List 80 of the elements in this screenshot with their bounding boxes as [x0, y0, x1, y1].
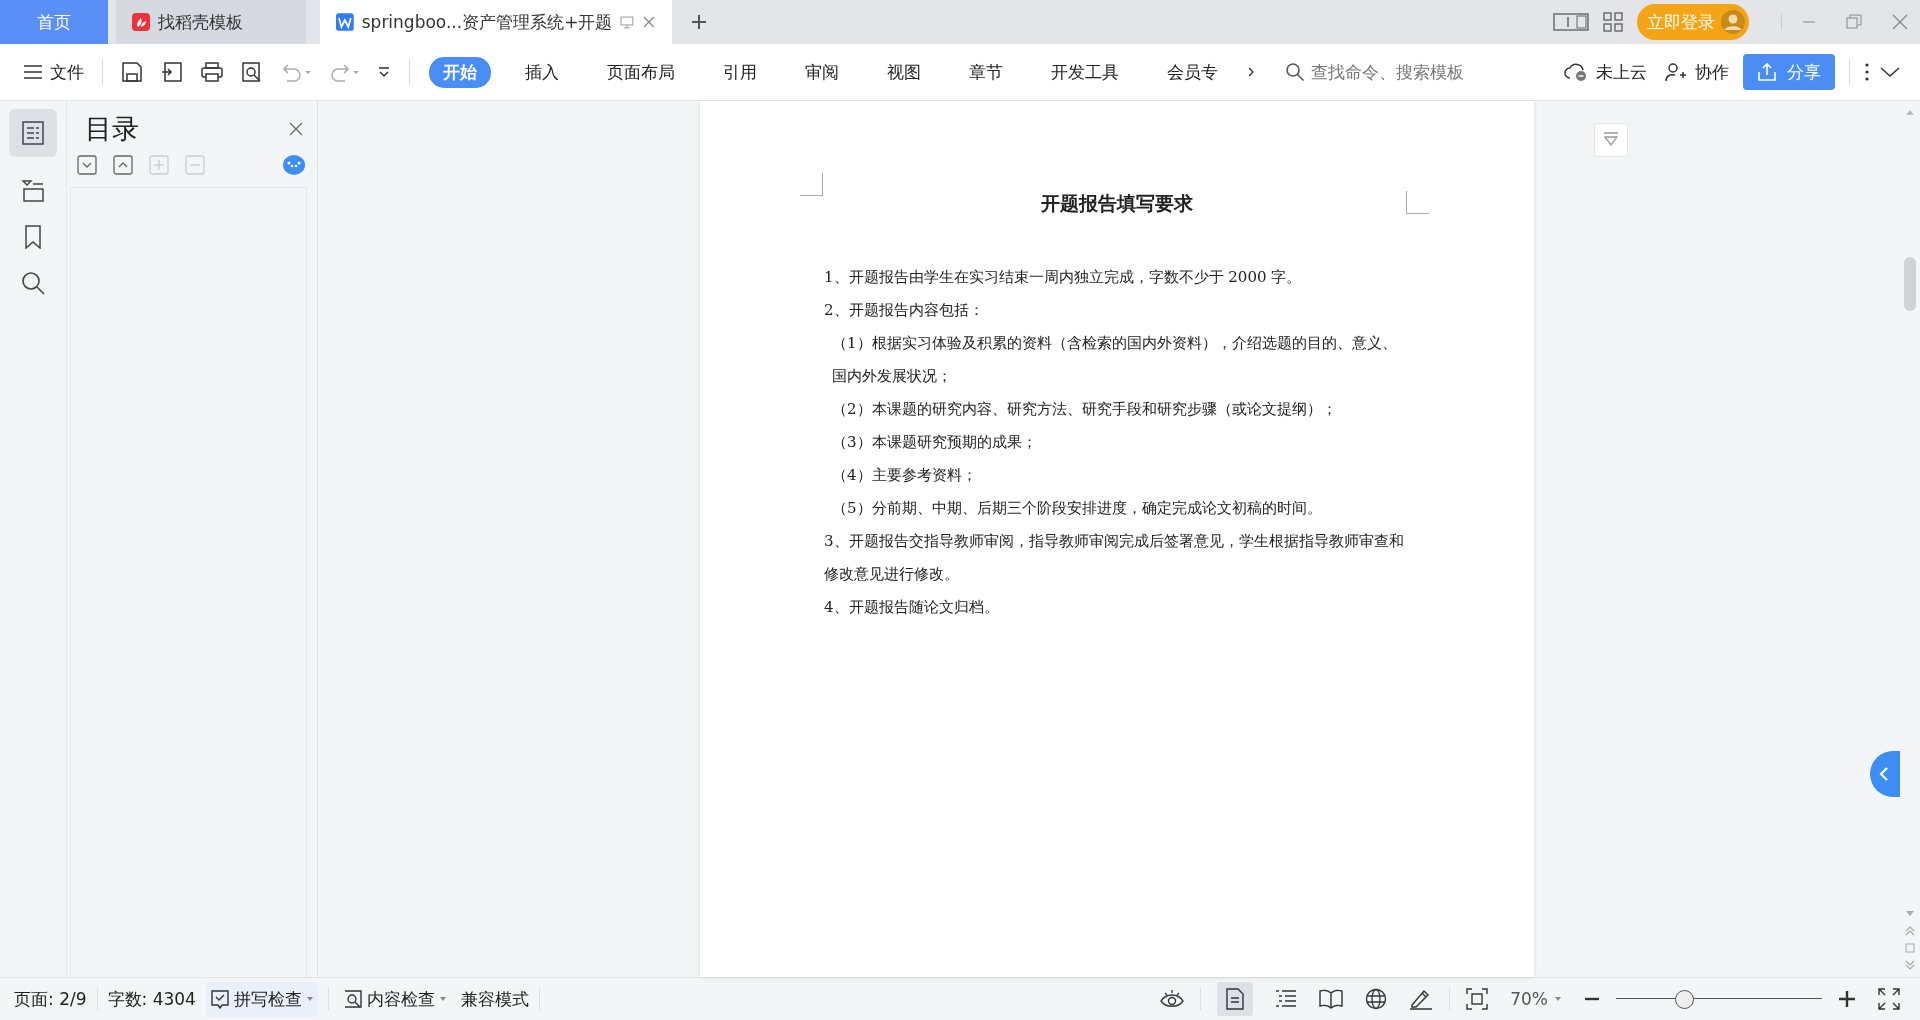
page-indicator: 页面: 2/9	[14, 987, 87, 1011]
globe-icon[interactable]	[1365, 988, 1388, 1010]
paragraph: （2）本课题的研究内容、研究方法、研究手段和研究步骤（或论文提纲）；	[831, 399, 1338, 420]
zoom-slider[interactable]	[1616, 989, 1822, 1009]
layout-icon[interactable]	[1553, 12, 1589, 32]
paragraph: 1、开题报告由学生在实习结束一周内独立完成，字数不少于 2000 字。	[824, 267, 1303, 288]
grid-icon[interactable]	[1603, 12, 1623, 32]
dropdown-icon[interactable]	[377, 65, 391, 79]
bookmark-icon[interactable]	[24, 225, 42, 249]
eye-icon[interactable]	[1160, 989, 1185, 1009]
file-menu[interactable]: 文件	[20, 60, 88, 84]
document-title: 开题报告填写要求	[1040, 191, 1194, 216]
new-tab-icon[interactable]	[690, 13, 708, 31]
close-icon[interactable]	[1892, 14, 1908, 30]
add-user-icon	[1665, 62, 1687, 82]
paragraph: （4）主要参考资料；	[831, 465, 978, 486]
export-icon[interactable]	[161, 61, 183, 83]
ribbon-tab[interactable]: 引用	[709, 56, 771, 88]
check-icon	[209, 989, 230, 1009]
content-check-button[interactable]: 内容检查	[338, 981, 451, 1017]
cloud-icon	[1564, 62, 1588, 82]
magnifier-icon	[342, 989, 363, 1009]
ribbon-tab[interactable]: 审阅	[791, 56, 853, 88]
cloud-status-button[interactable]: 未上云	[1560, 60, 1651, 84]
compatibility-mode: 兼容模式	[460, 987, 529, 1011]
outline-icon[interactable]	[9, 109, 57, 157]
zoom-dropdown[interactable]: 70%	[1504, 988, 1568, 1010]
caret-icon	[438, 996, 447, 1002]
book-icon[interactable]	[1319, 989, 1344, 1009]
search-icon	[1285, 62, 1305, 82]
ribbon-tab[interactable]: 页面布局	[593, 56, 689, 88]
close-icon[interactable]	[642, 15, 656, 29]
fit-page-icon[interactable]	[1466, 988, 1489, 1010]
page-view-icon[interactable]	[1217, 982, 1254, 1016]
search-field[interactable]: 查找命令、搜索模板	[1285, 61, 1493, 83]
caret-icon	[305, 996, 314, 1002]
document-tab[interactable]: 找稻壳模板	[116, 0, 306, 44]
app-logo-icon	[132, 13, 150, 31]
paragraph: （3）本课题研究预期的成果；	[831, 432, 1038, 453]
close-icon[interactable]	[289, 122, 303, 136]
avatar-icon	[1721, 10, 1745, 34]
zoom-in-icon[interactable]	[1838, 990, 1856, 1008]
print-icon[interactable]	[201, 61, 223, 83]
fullscreen-icon[interactable]	[1878, 988, 1900, 1010]
save-icon[interactable]	[121, 61, 143, 83]
collapse-icon[interactable]	[113, 155, 133, 175]
slider-thumb[interactable]	[1674, 990, 1694, 1009]
ribbon-tab[interactable]: 插入	[511, 56, 573, 88]
paragraph: 4、开题报告随论文归档。	[824, 597, 1000, 618]
crop-mark	[800, 173, 823, 196]
paragraph: 3、开题报告交指导教师审阅，指导教师审阅完成后签署意见，学生根据指导教师审查和修改意见进行修改。	[824, 531, 1405, 585]
expand-icon[interactable]	[77, 155, 97, 175]
ribbon-tab[interactable]: 会员专	[1153, 56, 1232, 88]
panel-title: 目录	[85, 112, 139, 146]
share-icon	[1757, 62, 1777, 82]
ribbon-tab[interactable]: 章节	[955, 56, 1017, 88]
document-tab[interactable]: springboo...资产管理系统+开题	[320, 0, 672, 44]
paragraph: 2、开题报告内容包括：	[824, 300, 985, 321]
pen-icon[interactable]	[1409, 988, 1434, 1010]
more-icon[interactable]	[1864, 62, 1870, 82]
word-count: 字数: 4304	[107, 987, 196, 1011]
search-icon[interactable]	[21, 271, 45, 295]
paragraph: （5）分前期、中期、后期三个阶段安排进度，确定完成论文初稿的时间。	[831, 498, 1323, 519]
ribbon-tab[interactable]: 开发工具	[1037, 56, 1133, 88]
writer-logo-icon	[336, 13, 354, 31]
ribbon-tab[interactable]: 视图	[873, 56, 935, 88]
outline-view-icon[interactable]	[1275, 989, 1298, 1009]
paragraph: （1）根据实习体验及积累的资料（含检索的国内外资料），介绍选题的目的、意义、国内外发展状况；	[831, 333, 1398, 387]
menu-icon	[24, 65, 42, 79]
smart-outline-icon[interactable]	[283, 155, 305, 175]
spell-check-button[interactable]: 拼写检查	[205, 981, 318, 1017]
scrollbar-thumb[interactable]	[1904, 257, 1916, 311]
crop-mark	[1406, 191, 1429, 214]
collaborate-button[interactable]: 协作	[1661, 60, 1733, 84]
caret-icon	[1554, 996, 1562, 1002]
collapse-ribbon-icon[interactable]	[1880, 66, 1900, 78]
print-preview-icon[interactable]	[241, 61, 263, 83]
chevron-right-icon[interactable]	[1247, 66, 1255, 78]
side-panel-toggle-icon[interactable]	[1870, 751, 1900, 797]
navigation-icon[interactable]	[21, 179, 45, 203]
